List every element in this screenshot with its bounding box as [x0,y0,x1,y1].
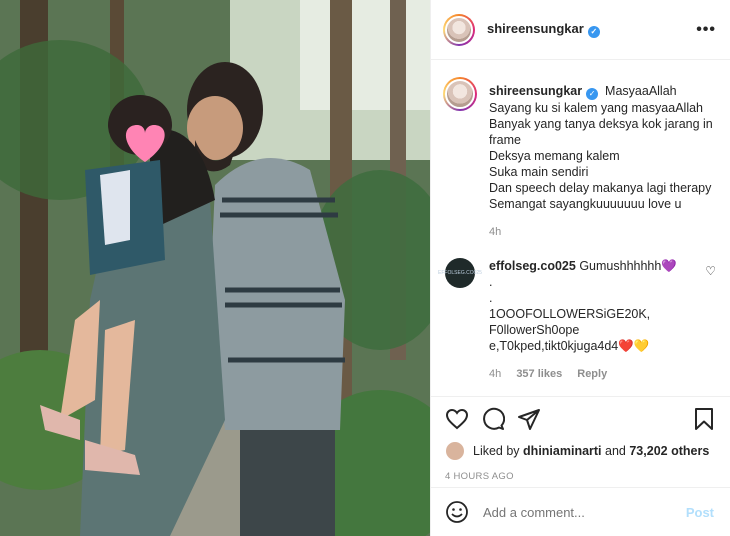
comment-text: . [489,291,493,305]
caption-line: Banyak yang tanya deksya kok jarang in f… [489,117,713,147]
instagram-post-view: shireensungkar ✓ ••• shireensungkar ✓ Masy… [0,0,730,536]
comment-text: e,T0kped,tikt0kjuga4d4❤️💛 [489,339,650,353]
post-header: shireensungkar ✓ ••• [431,0,730,60]
comments-section[interactable]: shireensungkar ✓ MasyaaAllah Sayang ku si… [431,61,730,396]
save-bookmark-icon[interactable] [692,407,716,431]
verified-badge-icon: ✓ [587,26,600,38]
comment-item: EFFOLSEG.CO025 effolseg.co025 Gumushhhhh… [438,258,716,382]
liker-username[interactable]: dhiniaminarti [523,444,601,458]
reply-button[interactable]: Reply [577,368,607,380]
comment-text: F0llowerSh0ope [489,323,580,337]
caption-line: Deksya memang kalem [489,149,620,163]
comment-text: Gumushhhhhh💜 [579,259,677,273]
caption: shireensungkar ✓ MasyaaAllah Sayang ku si… [443,77,716,240]
comment-text: . [489,275,493,289]
share-paper-plane-icon[interactable] [517,407,541,431]
emoji-smiley-icon[interactable] [445,500,469,524]
likes-summary: Liked by dhiniaminarti and 73,202 others [445,441,716,461]
comment-input[interactable] [483,504,686,520]
post-photo[interactable] [0,0,430,536]
caption-username[interactable]: shireensungkar [489,84,582,98]
caption-line: Suka main sendiri [489,165,589,179]
more-options-icon[interactable]: ••• [696,21,716,39]
post-actions: Liked by dhiniaminarti and 73,202 others… [431,396,730,486]
caption-line: Sayang ku si kalem yang masyaaAllah [489,101,704,115]
likes-count-link[interactable]: 73,202 others [629,444,709,458]
comment-likes[interactable]: 357 likes [516,368,562,380]
commenter-avatar[interactable]: EFFOLSEG.CO025 [438,258,482,288]
comment-like-heart-icon[interactable]: ♡ [705,258,716,382]
post-comment-button[interactable]: Post [686,505,714,520]
comment-bubble-icon[interactable] [481,407,505,431]
photo-illustration [0,0,430,536]
comment-text: 1OOOFOLLOWERSiGE20K, [489,307,651,321]
caption-time[interactable]: 4h [489,226,501,238]
caption-line: Semangat sayangkuuuuuuu love u [489,197,682,211]
author-username[interactable]: shireensungkar ✓ [487,21,600,38]
post-timestamp[interactable]: 4 HOURS AGO [445,471,716,482]
caption-line: MasyaaAllah [605,84,677,98]
post-details-panel: shireensungkar ✓ ••• shireensungkar ✓ Masy… [430,0,730,536]
add-comment-bar: Post [431,487,730,536]
verified-badge-icon: ✓ [586,88,599,100]
commenter-username[interactable]: effolseg.co025 [489,259,576,273]
liker-avatar[interactable] [445,441,465,461]
author-avatar[interactable] [443,13,475,46]
caption-line: Dan speech delay makanya lagi therapy [489,181,712,195]
like-heart-icon[interactable] [445,407,469,431]
caption-author-avatar[interactable] [443,77,477,111]
comment-time[interactable]: 4h [489,368,501,380]
